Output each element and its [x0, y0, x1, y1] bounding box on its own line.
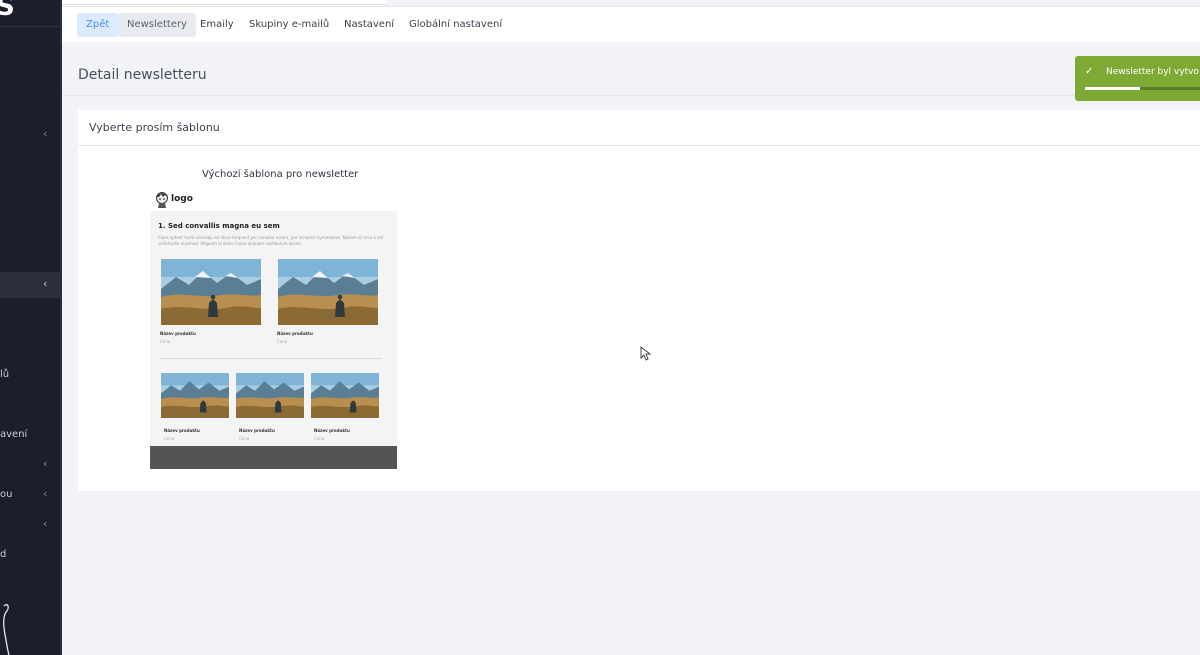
tab-emails[interactable]: Emaily: [191, 13, 243, 37]
sidebar-divider: [0, 26, 60, 27]
product-image: [161, 373, 229, 418]
template-preview[interactable]: logo 1. Sed convallis magna eu sem Class…: [150, 188, 397, 469]
chevron-left-icon[interactable]: ‹: [43, 127, 47, 140]
product-name: Název produktu: [164, 428, 200, 433]
top-strip-panel: [62, 0, 387, 5]
sidebar-item-label[interactable]: avení: [0, 429, 27, 440]
brand-logo: S: [0, 0, 15, 22]
tab-newsletters[interactable]: Newslettery: [118, 13, 196, 37]
card-header: Vyberte prosím šablonu: [78, 110, 1200, 146]
product-name: Název produktu: [160, 331, 196, 336]
product-price: Cena: [277, 339, 288, 344]
preview-divider: [160, 358, 382, 359]
product-image: [161, 259, 261, 325]
product-image: [311, 373, 379, 418]
page-title: Detail newsletteru: [78, 67, 207, 83]
sidebar-item-label[interactable]: lů: [0, 369, 9, 380]
page-header: Detail newsletteru: [62, 42, 1200, 96]
toast-progress-track: [1085, 87, 1200, 90]
toast-message: Newsletter byl vytvo: [1106, 67, 1199, 77]
tab-global-settings[interactable]: Globální nastavení: [400, 13, 511, 37]
logo-face-icon: [156, 192, 168, 208]
chevron-left-icon[interactable]: ‹: [43, 457, 47, 470]
tab-email-groups[interactable]: Skupiny e-mailů: [240, 13, 338, 37]
product-name: Název produktu: [314, 428, 350, 433]
chevron-left-icon[interactable]: ‹: [43, 487, 47, 500]
user-signature-icon: [3, 604, 10, 655]
sidebar-item-active[interactable]: [0, 272, 60, 298]
template-name[interactable]: Výchozí šablona pro newsletter: [202, 169, 358, 180]
product-price: Cena: [160, 339, 171, 344]
preview-footer: [150, 446, 397, 469]
product-name: Název produktu: [239, 428, 275, 433]
chevron-left-icon[interactable]: ‹: [43, 277, 47, 290]
tab-bar: Zpět Newslettery Emaily Skupiny e-mailů …: [62, 6, 1200, 42]
sidebar-item-label[interactable]: d: [0, 549, 6, 560]
preview-logo-text: logo: [171, 194, 193, 204]
product-price: Cena: [239, 436, 250, 441]
card-title: Vyberte prosím šablonu: [89, 121, 220, 134]
product-price: Cena: [164, 436, 175, 441]
product-image: [236, 373, 304, 418]
mouse-cursor-icon: [640, 346, 652, 361]
sidebar-item-label[interactable]: ou: [0, 489, 12, 500]
preview-heading: 1. Sed convallis magna eu sem: [158, 222, 280, 230]
preview-logo-bar: logo: [150, 188, 397, 211]
success-toast[interactable]: ✓ Newsletter byl vytvo: [1075, 56, 1200, 101]
back-button[interactable]: Zpět: [77, 13, 119, 37]
product-price: Cena: [314, 436, 325, 441]
preview-body-text: Class aptent taciti sociosqu ad litora t…: [158, 235, 384, 246]
tab-settings[interactable]: Nastavení: [335, 13, 403, 37]
toast-progress-fill: [1085, 87, 1140, 90]
sidebar: S ‹ ‹ lů avení ‹ ou ‹ ‹ d: [0, 0, 62, 655]
check-icon: ✓: [1085, 66, 1094, 77]
chevron-left-icon[interactable]: ‹: [43, 517, 47, 530]
product-name: Název produktu: [277, 331, 313, 336]
product-image: [278, 259, 378, 325]
